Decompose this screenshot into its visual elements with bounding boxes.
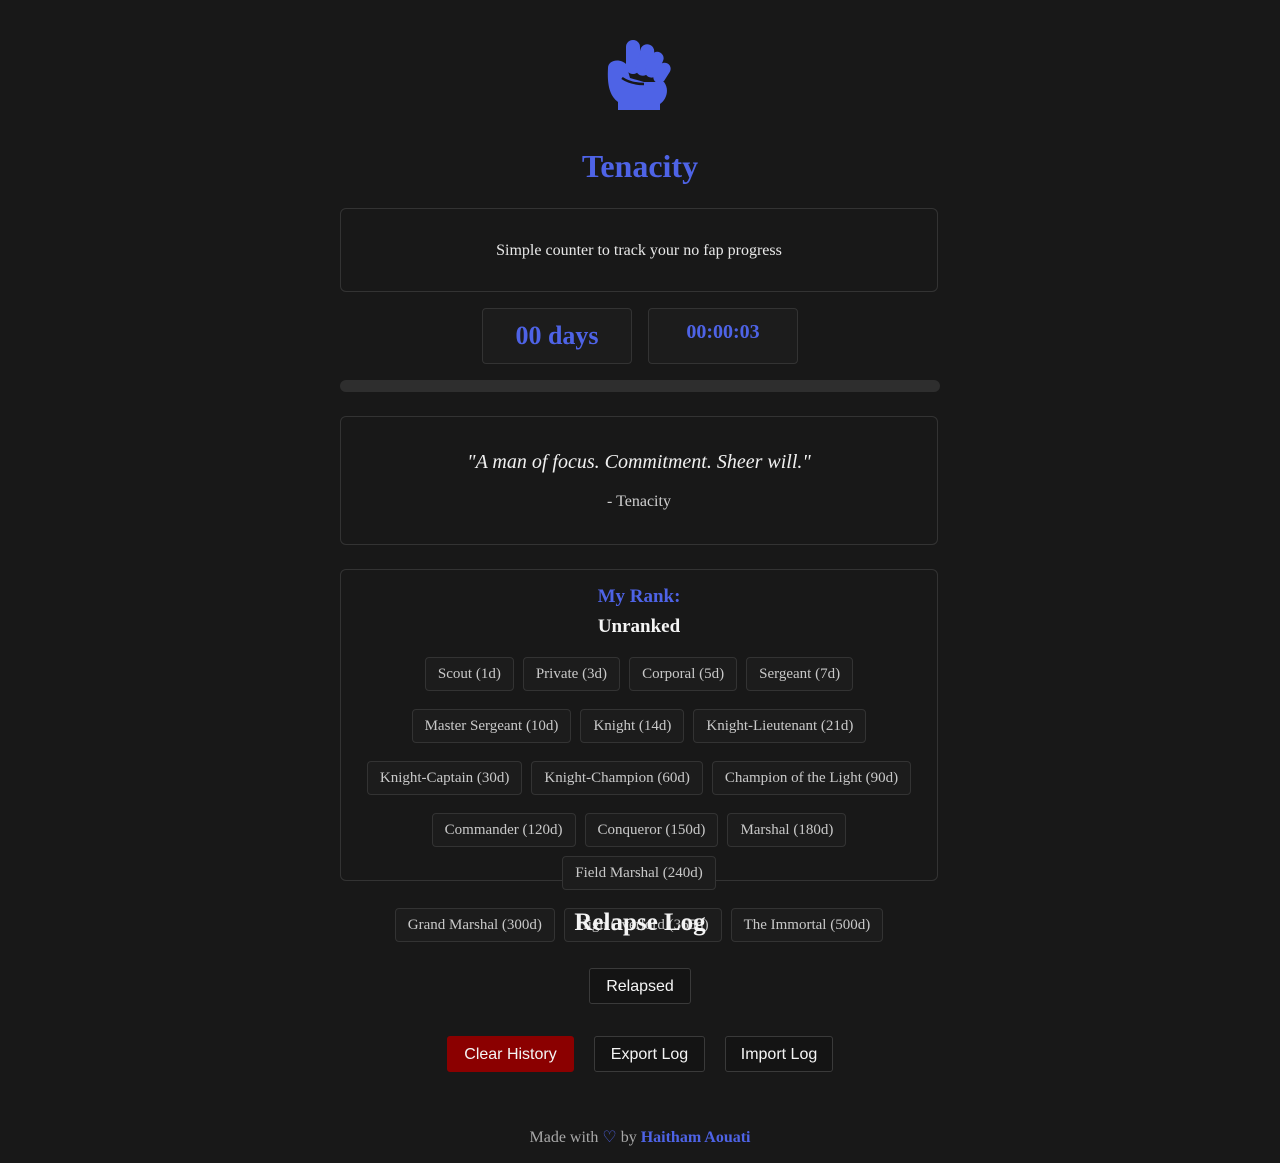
rank-tier-chip: Knight (14d) [580, 709, 685, 743]
description-text: Simple counter to track your no fap prog… [496, 242, 782, 259]
rank-tier-chip: Marshal (180d) [727, 813, 847, 847]
relapsed-button[interactable]: Relapsed [589, 968, 691, 1004]
rank-label: My Rank: [597, 586, 681, 607]
rank-tier-chip: Scout (1d) [424, 657, 514, 691]
footer-prefix: Made with [529, 1129, 599, 1146]
rank-tier-chip: Knight-Captain (30d) [366, 761, 523, 795]
footer: Made with ♡ by Haitham Aouati [0, 1127, 1280, 1147]
rank-tier-list: Scout (1d) Private (3d) Corporal (5d) Se… [355, 657, 923, 942]
heart-icon: ♡ [602, 1129, 617, 1146]
progress-bar [340, 380, 940, 392]
days-counter: 00 days [482, 308, 632, 364]
rank-tier-chip: Knight-Champion (60d) [531, 761, 703, 795]
rank-tier-chip: Field Marshal (240d) [562, 856, 716, 890]
rank-tier-chip: Master Sergeant (10d) [411, 709, 572, 743]
author-link[interactable]: Haitham Aouati [641, 1129, 751, 1146]
app-title: Tenacity [581, 148, 699, 184]
current-rank: Unranked [597, 616, 681, 637]
rank-tier-chip: Private (3d) [522, 657, 621, 691]
rank-tier-chip: Knight-Lieutenant (21d) [693, 709, 867, 743]
rank-tier-chip: Champion of the Light (90d) [711, 761, 912, 795]
description-card: Simple counter to track your no fap prog… [340, 208, 938, 292]
export-log-button[interactable]: Export Log [594, 1036, 705, 1072]
rank-card: My Rank: Unranked Scout (1d) Private (3d… [340, 569, 938, 942]
rank-tier-chip: Sergeant (7d) [746, 657, 854, 691]
quote-text: "A man of focus. Commitment. Sheer will.… [467, 451, 811, 473]
footer-by: by [620, 1129, 637, 1146]
rank-tier-chip: Commander (120d) [431, 813, 576, 847]
time-counter: 00:00:03 [648, 308, 798, 364]
rank-tier-chip: Corporal (5d) [629, 657, 738, 691]
clear-history-button[interactable]: Clear History [447, 1036, 574, 1072]
import-log-button[interactable]: Import Log [725, 1036, 833, 1072]
quote-card: "A man of focus. Commitment. Sheer will.… [340, 416, 938, 545]
rank-tier-chip: Conqueror (150d) [584, 813, 719, 847]
raised-fist-icon [607, 40, 671, 110]
relapse-log-title: Relapse Log [574, 909, 706, 936]
quote-author: - Tenacity [607, 493, 671, 510]
page: Tenacity Simple counter to track your no… [0, 0, 1280, 1163]
